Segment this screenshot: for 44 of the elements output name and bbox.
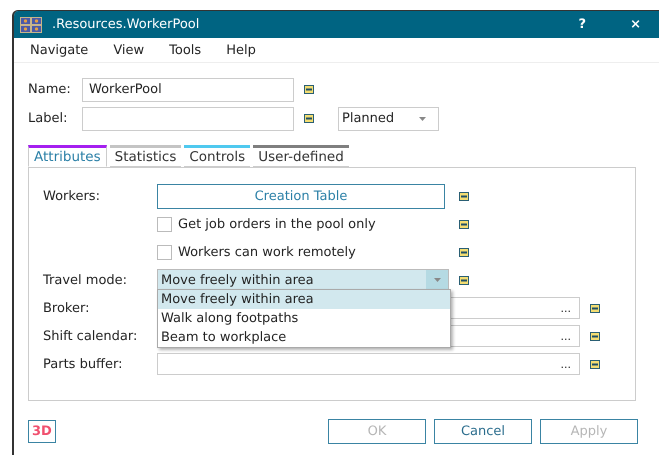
dropdown-option[interactable]: Move freely within area xyxy=(158,290,450,309)
browse-field[interactable]: ... xyxy=(449,325,580,347)
field-label: Label: xyxy=(28,111,68,126)
dropdown-option[interactable]: Beam to workplace xyxy=(158,328,450,347)
creation-table-button[interactable]: Creation Table xyxy=(157,184,445,208)
checkbox[interactable]: Get job orders in the pool only xyxy=(157,216,445,232)
dialog-button[interactable]: Cancel xyxy=(434,419,532,444)
browse-field[interactable]: ... xyxy=(449,297,580,319)
tab[interactable]: User-defined xyxy=(253,145,349,167)
edit-icon xyxy=(304,114,314,123)
tab[interactable]: Attributes xyxy=(28,145,107,167)
state-dropdown[interactable]: Planned xyxy=(338,106,439,130)
travel-mode-dropdown[interactable]: Move freely within area xyxy=(157,269,449,291)
caret-icon xyxy=(419,116,426,120)
field-label: Shift calendar: xyxy=(43,328,138,344)
edit-icon xyxy=(590,304,600,312)
field-label: Parts buffer: xyxy=(43,356,124,372)
edit-icon xyxy=(459,192,469,200)
field-label: Broker: xyxy=(43,300,90,316)
tab[interactable]: Controls xyxy=(184,145,250,167)
field-label: Travel mode: xyxy=(43,272,128,288)
menu-item[interactable]: Navigate xyxy=(30,42,88,58)
edit-icon xyxy=(590,360,600,368)
field-label: Workers: xyxy=(43,188,101,204)
edit-icon xyxy=(304,85,314,94)
field-label: Name: xyxy=(28,82,72,97)
menu-item[interactable]: Help xyxy=(226,42,256,58)
edit-icon xyxy=(590,332,600,340)
edit-icon xyxy=(459,276,469,284)
checkbox[interactable]: Workers can work remotely xyxy=(157,244,445,260)
menu-item[interactable]: Tools xyxy=(169,42,202,58)
help-button[interactable]: ? xyxy=(570,17,594,32)
browse-field[interactable]: ... xyxy=(157,353,580,375)
dropdown-option[interactable]: Walk along footpaths xyxy=(158,309,450,328)
tab[interactable]: Statistics xyxy=(110,145,182,167)
label-field[interactable] xyxy=(82,106,294,130)
close-button[interactable]: × xyxy=(622,17,649,32)
edit-icon xyxy=(459,248,469,256)
caret-icon xyxy=(426,270,448,290)
name-field[interactable]: WorkerPool xyxy=(82,78,294,102)
edit-icon xyxy=(459,220,469,228)
menu-item[interactable]: View xyxy=(113,42,144,58)
app-icon xyxy=(20,16,42,32)
window-title: .Resources.WorkerPool xyxy=(52,17,200,32)
